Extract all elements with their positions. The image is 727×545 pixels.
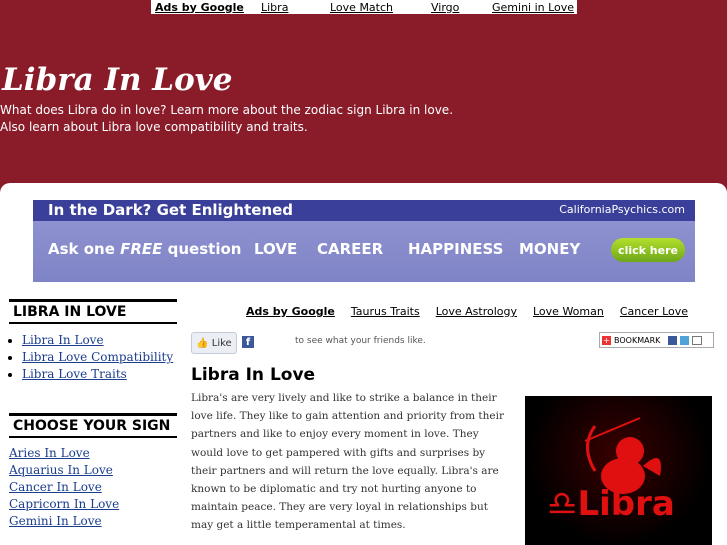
sidebar-item: Aquarius In Love xyxy=(9,462,177,479)
main-content-area: In the Dark? Get Enlightened CaliforniaP… xyxy=(0,183,727,545)
bookmark-button[interactable]: + BOOKMARK xyxy=(599,332,714,348)
twitter-share-icon xyxy=(680,335,690,345)
top-link-virgo[interactable]: Virgo xyxy=(431,1,492,14)
sidebar-item: Gemini In Love xyxy=(9,513,177,530)
site-header: Libra In Love What does Libra do in love… xyxy=(0,18,727,183)
banner-ask-text: Ask one FREE question xyxy=(48,240,241,258)
like-helper-text: to see what your friends like. xyxy=(295,336,426,346)
plus-icon: + xyxy=(602,335,611,345)
ads-by-google-label[interactable]: Ads by Google xyxy=(246,305,335,318)
sidebar-item: Cancer In Love xyxy=(9,479,177,496)
banner-brand: CaliforniaPsychics.com xyxy=(559,203,685,216)
banner-click-here-button[interactable]: click here xyxy=(611,238,685,262)
email-icon xyxy=(692,335,703,345)
facebook-icon: f xyxy=(242,336,254,348)
article-title: Libra In Love xyxy=(191,365,316,385)
sidebar-libra-in-love-title: LIBRA IN LOVE xyxy=(9,299,177,324)
like-label: Like xyxy=(211,337,232,349)
top-link-gemini-in-love[interactable]: Gemini in Love xyxy=(492,1,574,14)
sidebar-link-aries[interactable]: Aries In Love xyxy=(9,446,90,460)
banner-category-career: CAREER xyxy=(317,240,384,258)
sidebar-item: Capricorn In Love xyxy=(9,496,177,513)
sidebar-link-libra-in-love[interactable]: Libra In Love xyxy=(22,333,104,347)
ad-link-taurus-traits[interactable]: Taurus Traits xyxy=(351,305,420,318)
facebook-share-icon xyxy=(668,335,678,345)
ad-link-cancer-love[interactable]: Cancer Love xyxy=(620,305,688,318)
top-link-love-match[interactable]: Love Match xyxy=(330,1,431,14)
article-body: Libra's are very lively and like to stri… xyxy=(191,392,504,532)
banner-ask-free: FREE xyxy=(120,240,163,258)
sidebar-link-libra-love-traits[interactable]: Libra Love Traits xyxy=(22,367,127,381)
sidebar-link-capricorn[interactable]: Capricorn In Love xyxy=(9,497,119,511)
top-ad-bar: Ads by Google Libra Love Match Virgo Gem… xyxy=(151,0,577,14)
sidebar-sign-links: Aries In Love Aquarius In Love Cancer In… xyxy=(9,445,177,530)
ad-links-row: Ads by Google Taurus Traits Love Astrolo… xyxy=(246,305,704,318)
sidebar-link-cancer[interactable]: Cancer In Love xyxy=(9,480,102,494)
bookmark-label: BOOKMARK xyxy=(614,335,661,345)
banner-category-happiness: HAPPINESS xyxy=(408,240,504,258)
sidebar-libra-links: Libra In Love Libra Love Compatibility L… xyxy=(9,332,177,383)
sidebar-item: Aries In Love xyxy=(9,445,177,462)
sidebar-item: Libra In Love xyxy=(22,332,177,349)
sidebar-link-gemini[interactable]: Gemini In Love xyxy=(9,514,102,528)
banner-ask-prefix: Ask one xyxy=(48,240,121,258)
sidebar-choose-sign-title: CHOOSE YOUR SIGN xyxy=(9,413,177,438)
facebook-like-button[interactable]: 👍 Like xyxy=(191,332,237,354)
sidebar-link-aquarius[interactable]: Aquarius In Love xyxy=(9,463,113,477)
sidebar-link-libra-love-compatibility[interactable]: Libra Love Compatibility xyxy=(22,350,173,364)
psychic-ad-banner[interactable]: In the Dark? Get Enlightened CaliforniaP… xyxy=(33,200,695,282)
banner-category-money: MONEY xyxy=(519,240,581,258)
libra-cupid-image: ♎Libra xyxy=(525,396,712,545)
ads-by-google-label[interactable]: Ads by Google xyxy=(155,1,261,14)
banner-category-love: LOVE xyxy=(254,240,298,258)
site-description: What does Libra do in love? Learn more a… xyxy=(0,103,454,134)
site-title[interactable]: Libra In Love xyxy=(2,62,233,98)
sidebar-item: Libra Love Traits xyxy=(22,366,177,383)
libra-image-label: ♎Libra xyxy=(547,484,675,524)
banner-ask-suffix: question xyxy=(162,240,242,258)
banner-headline: In the Dark? Get Enlightened xyxy=(48,201,294,219)
ad-link-love-astrology[interactable]: Love Astrology xyxy=(436,305,517,318)
thumbs-up-icon: 👍 xyxy=(196,337,209,349)
ad-link-love-woman[interactable]: Love Woman xyxy=(533,305,604,318)
sidebar-item: Libra Love Compatibility xyxy=(22,349,177,366)
top-link-libra[interactable]: Libra xyxy=(261,1,330,14)
sidebar: LIBRA IN LOVE Libra In Love Libra Love C… xyxy=(9,299,177,530)
